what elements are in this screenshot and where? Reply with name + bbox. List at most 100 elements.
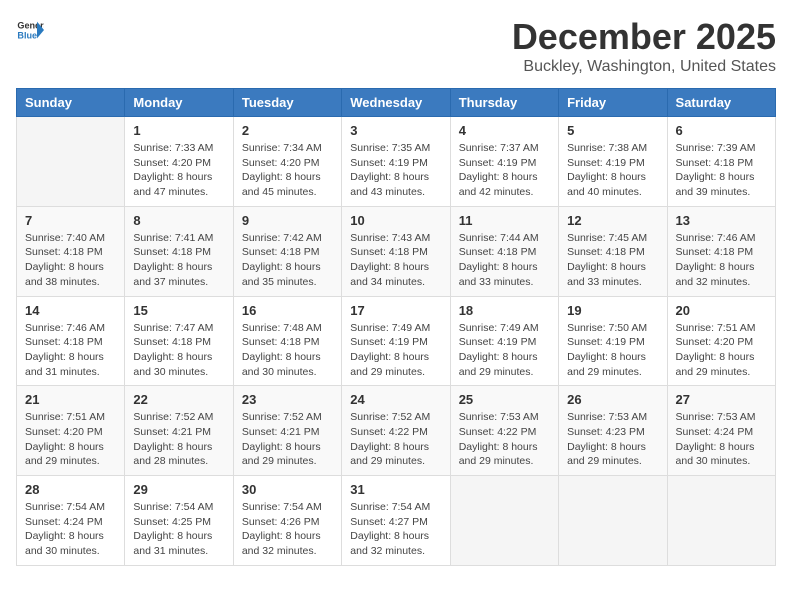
day-number: 3: [350, 123, 441, 138]
day-number: 29: [133, 482, 224, 497]
day-info: Sunrise: 7:39 AMSunset: 4:18 PMDaylight:…: [676, 141, 767, 200]
day-number: 7: [25, 213, 116, 228]
day-info: Sunrise: 7:52 AMSunset: 4:21 PMDaylight:…: [242, 410, 333, 469]
day-of-week-header: Monday: [125, 89, 233, 117]
page-header: General Blue December 2025 Buckley, Wash…: [16, 16, 776, 76]
calendar-cell: 25 Sunrise: 7:53 AMSunset: 4:22 PMDayligh…: [450, 386, 558, 476]
calendar-cell: 24Sunrise: 7:52 AMSunset: 4:22 PMDayligh…: [342, 386, 450, 476]
calendar-cell: 11 Sunrise: 7:44 AMSunset: 4:18 PMDayligh…: [450, 206, 558, 296]
day-info: Sunrise: 7:47 AMSunset: 4:18 PMDaylight:…: [133, 321, 224, 380]
calendar-cell: 28 Sunrise: 7:54 AMSunset: 4:24 PMDayligh…: [17, 476, 125, 566]
calendar-cell: 13 Sunrise: 7:46 AMSunset: 4:18 PMDayligh…: [667, 206, 775, 296]
day-number: 8: [133, 213, 224, 228]
svg-text:Blue: Blue: [17, 30, 37, 40]
day-info: Sunrise: 7:43 AMSunset: 4:18 PMDaylight:…: [350, 231, 441, 290]
calendar-cell: 2Sunrise: 7:34 AMSunset: 4:20 PMDaylight…: [233, 117, 341, 207]
calendar-cell: 16 Sunrise: 7:48 AMSunset: 4:18 PMDayligh…: [233, 296, 341, 386]
calendar-cell: 29 Sunrise: 7:54 AMSunset: 4:25 PMDayligh…: [125, 476, 233, 566]
month-title: December 2025: [512, 16, 776, 58]
logo-icon: General Blue: [16, 16, 44, 44]
location-title: Buckley, Washington, United States: [512, 58, 776, 76]
day-number: 4: [459, 123, 550, 138]
day-info: Sunrise: 7:50 AMSunset: 4:19 PMDaylight:…: [567, 321, 658, 380]
day-info: Sunrise: 7:48 AMSunset: 4:18 PMDaylight:…: [242, 321, 333, 380]
calendar-cell: [667, 476, 775, 566]
day-info: Sunrise: 7:40 AMSunset: 4:18 PMDaylight:…: [25, 231, 116, 290]
day-number: 5: [567, 123, 658, 138]
title-section: December 2025 Buckley, Washington, Unite…: [512, 16, 776, 76]
day-info: Sunrise: 7:54 AMSunset: 4:24 PMDaylight:…: [25, 500, 116, 559]
calendar-cell: 14Sunrise: 7:46 AMSunset: 4:18 PMDayligh…: [17, 296, 125, 386]
day-info: Sunrise: 7:52 AMSunset: 4:21 PMDaylight:…: [133, 410, 224, 469]
day-number: 20: [676, 303, 767, 318]
day-info: Sunrise: 7:42 AMSunset: 4:18 PMDaylight:…: [242, 231, 333, 290]
day-number: 26: [567, 392, 658, 407]
day-number: 13: [676, 213, 767, 228]
day-number: 31: [350, 482, 441, 497]
calendar-cell: 1 Sunrise: 7:33 AMSunset: 4:20 PMDaylight…: [125, 117, 233, 207]
day-number: 17: [350, 303, 441, 318]
calendar-cell: 9 Sunrise: 7:42 AMSunset: 4:18 PMDaylight…: [233, 206, 341, 296]
calendar-cell: 3 Sunrise: 7:35 AMSunset: 4:19 PMDaylight…: [342, 117, 450, 207]
calendar-cell: 17Sunrise: 7:49 AMSunset: 4:19 PMDayligh…: [342, 296, 450, 386]
calendar-cell: 15 Sunrise: 7:47 AMSunset: 4:18 PMDayligh…: [125, 296, 233, 386]
day-info: Sunrise: 7:44 AMSunset: 4:18 PMDaylight:…: [459, 231, 550, 290]
day-number: 27: [676, 392, 767, 407]
day-number: 15: [133, 303, 224, 318]
day-number: 10: [350, 213, 441, 228]
calendar-week-row: 14Sunrise: 7:46 AMSunset: 4:18 PMDayligh…: [17, 296, 776, 386]
day-number: 28: [25, 482, 116, 497]
day-number: 1: [133, 123, 224, 138]
day-info: Sunrise: 7:51 AMSunset: 4:20 PMDaylight:…: [676, 321, 767, 380]
day-number: 19: [567, 303, 658, 318]
day-number: 21: [25, 392, 116, 407]
calendar-cell: 31 Sunrise: 7:54 AMSunset: 4:27 PMDayligh…: [342, 476, 450, 566]
day-info: Sunrise: 7:38 AMSunset: 4:19 PMDaylight:…: [567, 141, 658, 200]
day-number: 18: [459, 303, 550, 318]
day-number: 14: [25, 303, 116, 318]
calendar-cell: 7 Sunrise: 7:40 AMSunset: 4:18 PMDaylight…: [17, 206, 125, 296]
calendar-cell: [17, 117, 125, 207]
day-number: 12: [567, 213, 658, 228]
day-info: Sunrise: 7:54 AMSunset: 4:25 PMDaylight:…: [133, 500, 224, 559]
day-info: Sunrise: 7:34 AMSunset: 4:20 PMDaylight:…: [242, 141, 333, 200]
day-number: 25: [459, 392, 550, 407]
calendar-week-row: 28 Sunrise: 7:54 AMSunset: 4:24 PMDayligh…: [17, 476, 776, 566]
day-number: 11: [459, 213, 550, 228]
day-of-week-header: Friday: [559, 89, 667, 117]
day-number: 23: [242, 392, 333, 407]
day-info: Sunrise: 7:52 AMSunset: 4:22 PMDaylight:…: [350, 410, 441, 469]
calendar-cell: 6 Sunrise: 7:39 AMSunset: 4:18 PMDaylight…: [667, 117, 775, 207]
calendar-header-row: SundayMondayTuesdayWednesdayThursdayFrid…: [17, 89, 776, 117]
day-info: Sunrise: 7:54 AMSunset: 4:26 PMDaylight:…: [242, 500, 333, 559]
calendar-cell: 18 Sunrise: 7:49 AMSunset: 4:19 PMDayligh…: [450, 296, 558, 386]
calendar-cell: [450, 476, 558, 566]
day-info: Sunrise: 7:37 AMSunset: 4:19 PMDaylight:…: [459, 141, 550, 200]
day-info: Sunrise: 7:46 AMSunset: 4:18 PMDaylight:…: [676, 231, 767, 290]
day-number: 16: [242, 303, 333, 318]
day-number: 9: [242, 213, 333, 228]
day-number: 30: [242, 482, 333, 497]
day-number: 6: [676, 123, 767, 138]
day-of-week-header: Sunday: [17, 89, 125, 117]
day-of-week-header: Tuesday: [233, 89, 341, 117]
calendar-cell: 5 Sunrise: 7:38 AMSunset: 4:19 PMDaylight…: [559, 117, 667, 207]
day-info: Sunrise: 7:35 AMSunset: 4:19 PMDaylight:…: [350, 141, 441, 200]
day-info: Sunrise: 7:53 AMSunset: 4:22 PMDaylight:…: [459, 410, 550, 469]
day-info: Sunrise: 7:54 AMSunset: 4:27 PMDaylight:…: [350, 500, 441, 559]
day-info: Sunrise: 7:33 AMSunset: 4:20 PMDaylight:…: [133, 141, 224, 200]
calendar-cell: 19 Sunrise: 7:50 AMSunset: 4:19 PMDayligh…: [559, 296, 667, 386]
calendar-cell: 8 Sunrise: 7:41 AMSunset: 4:18 PMDaylight…: [125, 206, 233, 296]
day-info: Sunrise: 7:41 AMSunset: 4:18 PMDaylight:…: [133, 231, 224, 290]
calendar-week-row: 7 Sunrise: 7:40 AMSunset: 4:18 PMDaylight…: [17, 206, 776, 296]
calendar-cell: [559, 476, 667, 566]
calendar-cell: 12Sunrise: 7:45 AMSunset: 4:18 PMDayligh…: [559, 206, 667, 296]
calendar-week-row: 1 Sunrise: 7:33 AMSunset: 4:20 PMDaylight…: [17, 117, 776, 207]
calendar-table: SundayMondayTuesdayWednesdayThursdayFrid…: [16, 88, 776, 566]
calendar-cell: 30 Sunrise: 7:54 AMSunset: 4:26 PMDayligh…: [233, 476, 341, 566]
day-info: Sunrise: 7:51 AMSunset: 4:20 PMDaylight:…: [25, 410, 116, 469]
calendar-cell: 20 Sunrise: 7:51 AMSunset: 4:20 PMDayligh…: [667, 296, 775, 386]
calendar-cell: 4 Sunrise: 7:37 AMSunset: 4:19 PMDaylight…: [450, 117, 558, 207]
day-info: Sunrise: 7:49 AMSunset: 4:19 PMDaylight:…: [459, 321, 550, 380]
day-number: 22: [133, 392, 224, 407]
